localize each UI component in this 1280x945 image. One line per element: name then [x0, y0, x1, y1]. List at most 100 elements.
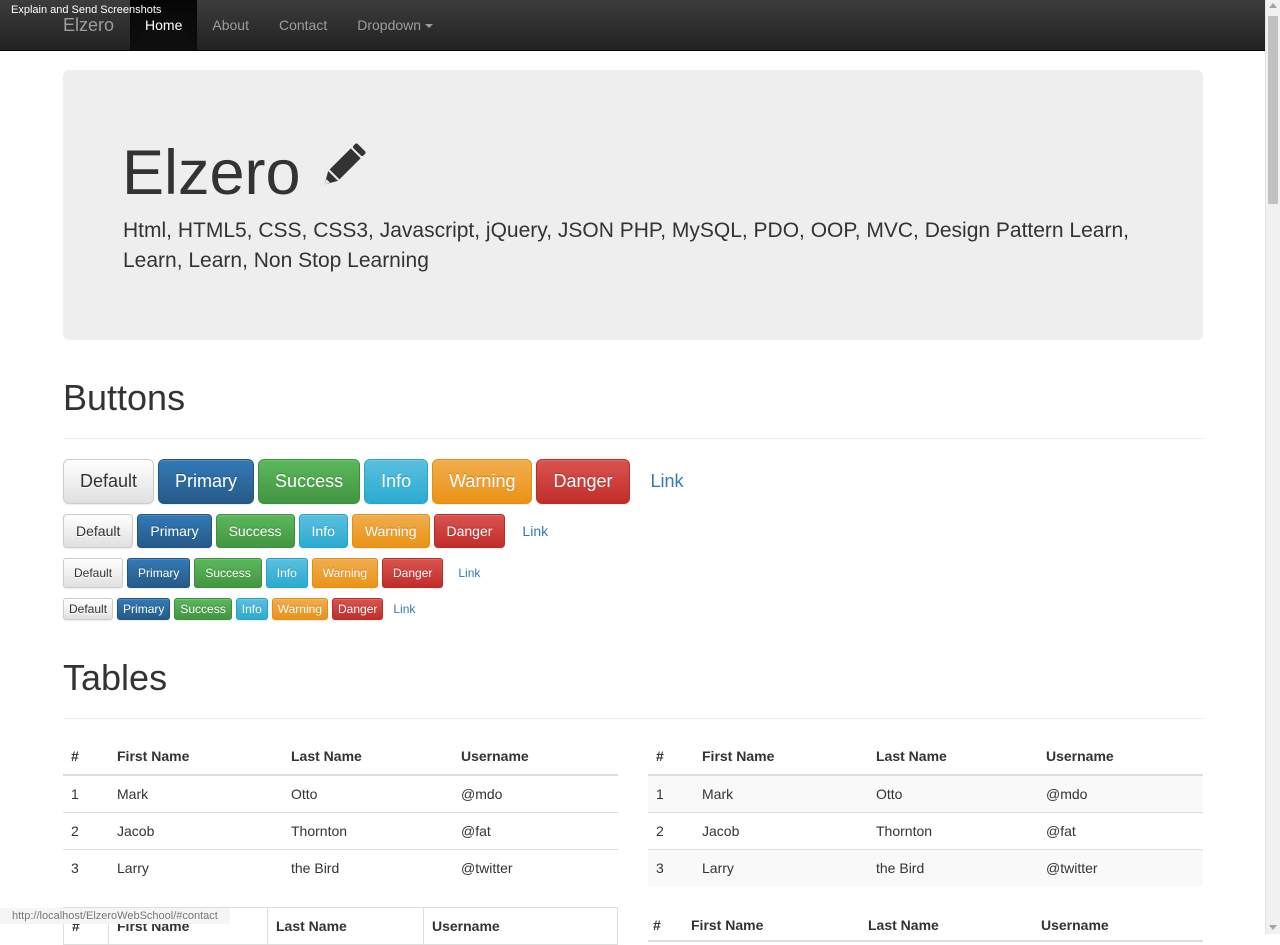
jumbotron-title-text: Elzero: [122, 138, 301, 208]
column-header: #: [648, 910, 686, 942]
column-header: Last Name: [283, 738, 453, 776]
tables-heading: Tables: [63, 658, 1203, 719]
table-row: 3 Larry the Bird @twitter: [63, 849, 618, 886]
table-cell: 1: [63, 774, 109, 813]
success-button-xs[interactable]: Success: [174, 598, 232, 620]
link-button-md[interactable]: Link: [509, 514, 561, 548]
scroll-down-icon[interactable]: [1269, 925, 1277, 930]
danger-button-md[interactable]: Danger: [433, 514, 506, 548]
table-cell: @mdo: [453, 774, 618, 813]
top-navbar: Elzero Home About Contact Dropdown: [0, 0, 1265, 51]
success-button-md[interactable]: Success: [215, 514, 295, 548]
table-row: 2 Jacob Thornton @fat: [63, 812, 618, 850]
info-button-sm[interactable]: Info: [265, 558, 308, 588]
table-cell: the Bird: [283, 849, 453, 886]
nav-item-contact[interactable]: Contact: [264, 0, 342, 50]
table-cell: 2: [648, 812, 694, 850]
jumbotron-text: Html, HTML5, CSS, CSS3, Javascript, jQue…: [123, 219, 1129, 272]
table-header-row: # First Name Last Name Username: [648, 910, 1203, 942]
column-header: First Name: [109, 738, 283, 776]
column-header: Last Name: [267, 907, 424, 945]
column-header: #: [63, 738, 109, 776]
table-cell: the Bird: [868, 849, 1038, 886]
table-cell: Jacob: [694, 812, 868, 850]
table-cell: Jacob: [109, 812, 283, 850]
condensed-table: # First Name Last Name Username: [648, 910, 1203, 942]
column-header: Username: [1038, 738, 1203, 776]
table-cell: Thornton: [283, 812, 453, 850]
column-header: Last Name: [863, 910, 1036, 942]
danger-button-xs[interactable]: Danger: [332, 598, 384, 620]
table-cell: Otto: [868, 774, 1038, 813]
primary-button-xs[interactable]: Primary: [117, 598, 171, 620]
buttons-row-default: Default Primary Success Info Warning Dan…: [63, 514, 565, 548]
buttons-heading: Buttons: [63, 378, 1203, 439]
column-header: First Name: [694, 738, 868, 776]
nav-item-dropdown[interactable]: Dropdown: [342, 0, 448, 50]
info-button-md[interactable]: Info: [298, 514, 348, 548]
table-row: 3 Larry the Bird @twitter: [648, 849, 1203, 886]
table-cell: Mark: [109, 774, 283, 813]
column-header: First Name: [686, 910, 863, 942]
table-header-row: # First Name Last Name Username: [63, 738, 618, 776]
warning-button-md[interactable]: Warning: [351, 514, 430, 548]
table-cell: 3: [648, 849, 694, 886]
table-cell: 3: [63, 849, 109, 886]
table-cell: Larry: [694, 849, 868, 886]
column-header: #: [648, 738, 694, 776]
scrollbar-thumb[interactable]: [1268, 16, 1278, 204]
buttons-row-small: Default Primary Success Info Warning Dan…: [63, 558, 495, 588]
column-header: Last Name: [868, 738, 1038, 776]
buttons-row-large: Default Primary Success Info Warning Dan…: [63, 459, 705, 504]
warning-button-xs[interactable]: Warning: [271, 598, 328, 620]
default-button-sm[interactable]: Default: [63, 558, 124, 588]
table-cell: 1: [648, 774, 694, 813]
table-row: 1 Mark Otto @mdo: [63, 774, 618, 813]
table-cell: @twitter: [453, 849, 618, 886]
page-scrollbar[interactable]: [1265, 0, 1280, 934]
pencil-icon: [315, 138, 371, 208]
table-cell: Larry: [109, 849, 283, 886]
danger-button-sm[interactable]: Danger: [382, 558, 444, 588]
column-header: Username: [423, 907, 618, 945]
nav-item-about[interactable]: About: [197, 0, 264, 50]
table-cell: Thornton: [868, 812, 1038, 850]
jumbotron: Elzero Html, HTML5, CSS, CSS3, Javascrip…: [63, 70, 1203, 340]
screenshot-extension-label[interactable]: Explain and Send Screenshots: [11, 4, 161, 16]
default-button-md[interactable]: Default: [63, 514, 134, 548]
striped-table: # First Name Last Name Username 1 Mark O…: [648, 738, 1203, 886]
status-bar-url: http://localhost/ElzeroWebSchool/#contac…: [0, 908, 230, 924]
info-button-xs[interactable]: Info: [235, 598, 268, 620]
warning-button-lg[interactable]: Warning: [432, 459, 533, 504]
table-cell: 2: [63, 812, 109, 850]
table-cell: @mdo: [1038, 774, 1203, 813]
danger-button-lg[interactable]: Danger: [536, 459, 630, 504]
column-header: Username: [1036, 910, 1203, 942]
table-cell: Otto: [283, 774, 453, 813]
scroll-up-icon[interactable]: [1269, 3, 1277, 8]
basic-table: # First Name Last Name Username 1 Mark O…: [63, 738, 618, 886]
table-cell: Mark: [694, 774, 868, 813]
column-header: Username: [453, 738, 618, 776]
default-button-xs[interactable]: Default: [63, 598, 114, 620]
info-button-lg[interactable]: Info: [364, 459, 429, 504]
link-button-sm[interactable]: Link: [447, 558, 491, 588]
success-button-lg[interactable]: Success: [258, 459, 361, 504]
table-header-row: # First Name Last Name Username: [648, 738, 1203, 776]
jumbotron-title: Elzero: [122, 138, 371, 212]
table-row: 2 Jacob Thornton @fat: [648, 812, 1203, 850]
table-cell: @twitter: [1038, 849, 1203, 886]
success-button-sm[interactable]: Success: [194, 558, 262, 588]
primary-button-sm[interactable]: Primary: [127, 558, 191, 588]
primary-button-md[interactable]: Primary: [137, 514, 212, 548]
table-row: 1 Mark Otto @mdo: [648, 774, 1203, 813]
dropdown-label: Dropdown: [357, 17, 422, 33]
default-button-lg[interactable]: Default: [63, 459, 155, 504]
link-button-lg[interactable]: Link: [634, 459, 701, 504]
table-cell: @fat: [1038, 812, 1203, 850]
table-cell: @fat: [453, 812, 618, 850]
caret-down-icon: [425, 24, 434, 29]
link-button-xs[interactable]: Link: [387, 598, 421, 620]
warning-button-sm[interactable]: Warning: [311, 558, 378, 588]
primary-button-lg[interactable]: Primary: [158, 459, 255, 504]
